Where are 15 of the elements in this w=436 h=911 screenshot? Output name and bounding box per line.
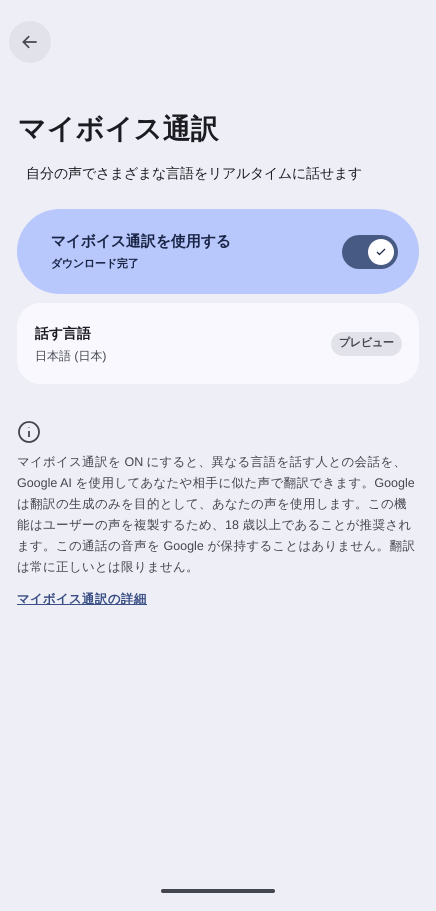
page-subtitle: 自分の声でさまざまな言語をリアルタイムに話せます xyxy=(26,164,362,183)
main-toggle-card[interactable]: マイボイス通訳を使用する ダウンロード完了 xyxy=(17,209,419,294)
info-text: マイボイス通訳を ON にすると、異なる言語を話す人との会話を、Google AI を使用してあなたや相手に似た声で翻訳できます。Google は翻訳の生成のみを目的として、あなたの声を使用します。この機能はユーザーの声を複製するため、18 歳以上であることが推奨されます。この通話の音声を Google が保持することはありません。翻訳は常に正しいとは限りません。 xyxy=(17,454,416,576)
toggle-summary: ダウンロード完了 xyxy=(51,256,139,272)
language-value: 日本語 (日本) xyxy=(35,348,106,364)
page-title: マイボイス通訳 xyxy=(18,112,219,146)
preview-button[interactable]: プレビュー xyxy=(331,332,402,356)
toggle-switch[interactable] xyxy=(342,234,398,268)
language-card[interactable]: 話す言語 日本語 (日本) プレビュー xyxy=(17,303,419,384)
check-icon xyxy=(375,246,387,258)
info-icon xyxy=(17,420,41,444)
details-link[interactable]: マイボイス通訳の詳細 xyxy=(17,590,147,609)
language-label: 話す言語 xyxy=(35,324,91,343)
back-button[interactable] xyxy=(9,21,51,63)
toggle-label: マイボイス通訳を使用する xyxy=(51,232,231,252)
